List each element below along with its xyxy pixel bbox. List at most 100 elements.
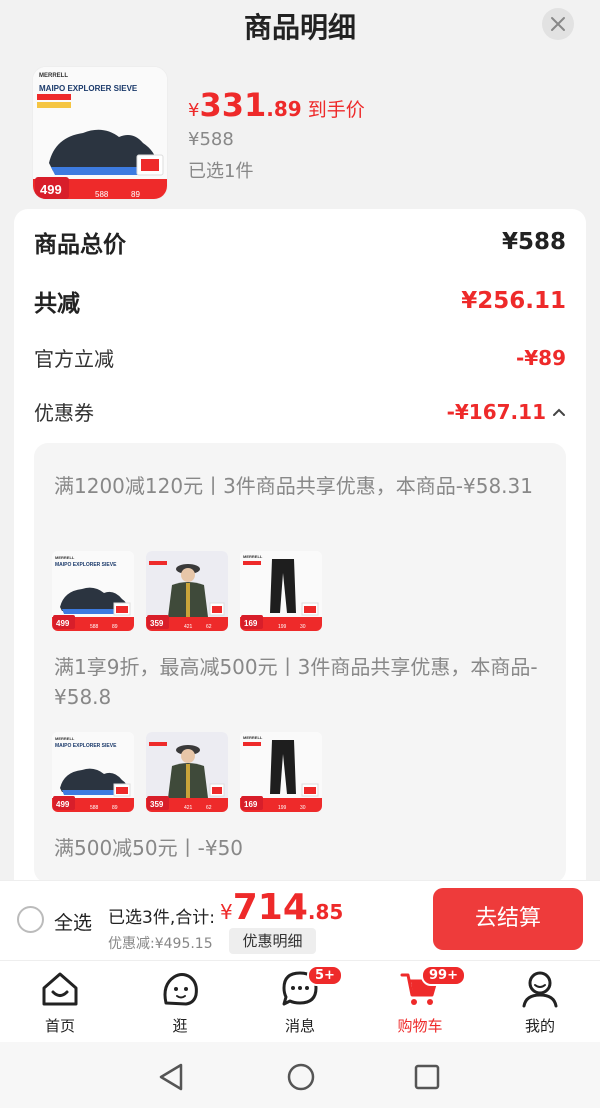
browse-icon	[163, 973, 198, 1006]
system-navigation-bar	[0, 1042, 600, 1108]
coupon-text: 满500减50元丨-¥50	[54, 836, 244, 860]
coupon-value: -¥167.11	[446, 399, 546, 424]
item-price: 421	[184, 624, 193, 630]
item-brand: MERRELL	[55, 555, 75, 560]
item-price: 588	[90, 624, 99, 630]
item-brand: MERRELL	[243, 554, 263, 559]
tab-home[interactable]: 首页	[15, 967, 105, 1036]
item-price: 421	[184, 805, 193, 811]
thumb-sub-price-2: 89	[131, 190, 140, 199]
coupon-row[interactable]: 优惠券 -¥167.11	[34, 397, 566, 426]
coupon-label: 优惠券	[34, 401, 94, 425]
close-button[interactable]	[542, 8, 574, 40]
total-symbol: ¥	[220, 900, 233, 924]
thumb-model: MAIPO EXPLORER SIEVE	[39, 84, 138, 93]
reduce-value: ¥256.11	[461, 288, 566, 314]
thumb-badge-price: 499	[40, 182, 62, 197]
select-all-checkbox[interactable]	[17, 906, 44, 933]
back-icon[interactable]	[157, 1062, 185, 1092]
original-price: ¥588	[188, 129, 234, 150]
product-detail-sheet: 商品明细 MERRELL MAIPO EXPLORER SIEVE 499 58…	[0, 0, 600, 909]
item-badge: 359	[150, 800, 164, 809]
coupon-items: MERRELL MAIPO EXPLORER SIEVE 499 588 89	[52, 551, 322, 631]
cart-badge: 99+	[421, 965, 466, 986]
item-sub: 30	[300, 805, 306, 811]
item-thumb-pants[interactable]: MERRELL 169 199 30	[240, 732, 322, 812]
item-price: 199	[278, 624, 287, 630]
item-badge: 169	[244, 800, 258, 809]
total-decimal: .85	[307, 900, 344, 924]
selected-count: 已选1件	[188, 161, 254, 182]
reduce-row: 共减 ¥256.11	[34, 284, 566, 318]
total-label: 商品总价	[34, 232, 126, 258]
tab-browse[interactable]: 逛	[135, 967, 225, 1036]
product-thumbnail[interactable]: MERRELL MAIPO EXPLORER SIEVE 499 588 89	[32, 66, 168, 200]
cart-total: ¥714.85	[220, 887, 343, 928]
checkout-button[interactable]: 去结算	[433, 888, 583, 950]
message-badge: 5+	[307, 965, 343, 986]
item-brand: MERRELL	[243, 735, 263, 740]
item-sub: 62	[206, 805, 212, 811]
chevron-up-icon[interactable]	[552, 407, 566, 417]
item-thumb-jacket[interactable]: 359 421 62	[146, 732, 228, 812]
checkout-bar: 全选 已选3件,合计: ¥714.85 优惠减:¥495.15 优惠明细 去结算	[0, 880, 600, 960]
recents-icon[interactable]	[413, 1063, 441, 1091]
selected-summary: 已选3件,合计:	[108, 908, 215, 928]
official-label: 官方立减	[34, 347, 114, 371]
select-all-label[interactable]: 全选	[54, 908, 92, 935]
item-badge: 499	[56, 619, 70, 628]
coupon-items: MERRELL MAIPO EXPLORER SIEVE 499 588 89	[52, 732, 322, 812]
tab-messages[interactable]: 5+ 消息	[255, 965, 345, 1036]
item-sub: 30	[300, 624, 306, 630]
price-symbol: ¥	[188, 100, 200, 121]
item-badge: 359	[150, 619, 164, 628]
item-sub: 62	[206, 624, 212, 630]
final-price: ¥331.89 到手价	[188, 86, 365, 124]
profile-icon	[522, 971, 558, 1008]
tab-label: 消息	[284, 1017, 315, 1035]
thumb-brand: MERRELL	[39, 73, 68, 79]
item-badge: 499	[56, 800, 70, 809]
item-thumb-shoe[interactable]: MERRELL MAIPO EXPLORER SIEVE 499 588 89	[52, 732, 134, 812]
item-price: 588	[90, 805, 99, 811]
coupon-value-group: -¥167.11	[447, 400, 566, 424]
official-row: 官方立减 -¥89	[34, 343, 566, 372]
tab-cart[interactable]: 99+ 购物车	[375, 965, 466, 1036]
price-breakdown-card: 商品总价 ¥588 共减 ¥256.11 官方立减 -¥89 优惠券 -¥167…	[14, 209, 586, 909]
price-decimal: .89	[266, 97, 302, 121]
official-value: -¥89	[515, 345, 566, 370]
total-row: 商品总价 ¥588	[34, 225, 566, 259]
item-sub: 89	[112, 805, 118, 811]
item-sub: 89	[112, 624, 118, 630]
discount-detail-button[interactable]: 优惠明细	[229, 928, 316, 954]
item-thumb-pants[interactable]: MERRELL 169 199 30	[240, 551, 322, 631]
price-tag: 到手价	[307, 99, 365, 121]
close-icon	[551, 17, 565, 31]
tab-label: 我的	[524, 1017, 555, 1035]
page-title: 商品明细	[243, 11, 356, 44]
tab-label: 购物车	[397, 1017, 443, 1035]
price-integer: 331	[199, 86, 267, 124]
tab-profile[interactable]: 我的	[495, 967, 585, 1036]
discount-text: 优惠减:¥495.15	[108, 936, 213, 952]
reduce-label: 共减	[34, 291, 80, 317]
tab-label: 逛	[172, 1017, 188, 1035]
item-badge: 169	[244, 619, 258, 628]
item-thumb-jacket[interactable]: 359 421 62	[146, 551, 228, 631]
coupon-list: 满1200减120元丨3件商品共享优惠，本商品-¥58.31 MERRELL M…	[34, 443, 566, 883]
home-circle-icon[interactable]	[286, 1062, 316, 1092]
total-integer: 714	[232, 887, 308, 928]
item-model: MAIPO EXPLORER SIEVE	[55, 743, 117, 749]
coupon-text: 满1享9折，最高减500元丨3件商品共享优惠，本商品-¥58.8	[54, 655, 538, 709]
item-model: MAIPO EXPLORER SIEVE	[55, 562, 117, 568]
thumb-sub-price-1: 588	[95, 190, 109, 199]
bottom-tab-bar: 首页 逛 5+ 消息 99+ 购物车 我的	[0, 960, 600, 1042]
home-icon	[42, 972, 78, 1006]
item-price: 199	[278, 805, 287, 811]
sheet-header: 商品明细	[0, 0, 600, 56]
total-value: ¥588	[501, 229, 566, 255]
item-brand: MERRELL	[55, 736, 75, 741]
item-thumb-shoe[interactable]: MERRELL MAIPO EXPLORER SIEVE 499 588 89	[52, 551, 134, 631]
coupon-text: 满1200减120元丨3件商品共享优惠，本商品-¥58.31	[54, 474, 533, 498]
tab-label: 首页	[44, 1017, 75, 1035]
